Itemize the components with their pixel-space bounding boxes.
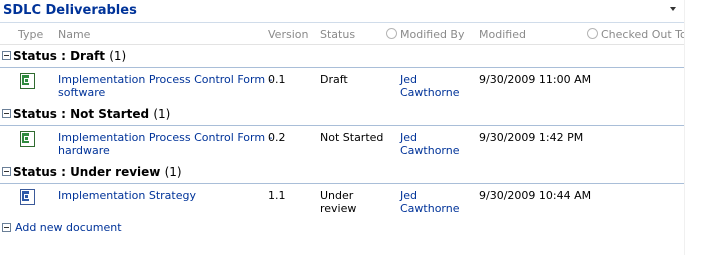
presence-circle-icon: [587, 28, 598, 39]
group-header-under-review: Status : Under review (1): [0, 161, 684, 184]
column-header-name[interactable]: Name: [58, 28, 90, 41]
table-row: Implementation Process Control Form - sof…: [0, 68, 684, 103]
group-separator: :: [56, 49, 71, 63]
group-label[interactable]: Status : Draft (1): [13, 49, 126, 63]
status-line-1: Under: [320, 189, 354, 202]
name-line-2: software: [58, 86, 106, 99]
name-line-1: Implementation Process Control Form -: [58, 73, 273, 86]
user-line-2: Cawthorne: [400, 86, 460, 99]
document-name[interactable]: Implementation Strategy: [58, 189, 196, 202]
group-value: Draft: [70, 49, 105, 63]
document-name-link[interactable]: Implementation Process Control Form - har…: [58, 131, 273, 157]
right-edge-panel: [684, 0, 709, 255]
word-file-icon[interactable]: [20, 189, 35, 205]
version-cell: 0.2: [268, 131, 286, 144]
user-line-1: Jed: [400, 73, 417, 86]
group-count: (1): [153, 107, 171, 121]
user-line-2: Cawthorne: [400, 144, 460, 157]
group-field-name: Status: [13, 107, 57, 121]
sdlc-deliverables-webpart: SDLC Deliverables Type Name Version Stat…: [0, 0, 687, 219]
column-header-checked-out-to-label: Checked Out To: [601, 28, 687, 41]
table-row: Implementation Process Control Form - har…: [0, 126, 684, 161]
collapse-group-icon[interactable]: [2, 51, 11, 60]
document-name-link[interactable]: Implementation Strategy: [58, 189, 196, 202]
add-new-document-link[interactable]: Add new document: [15, 221, 122, 234]
add-bullet-icon: [2, 223, 11, 232]
modified-by-cell[interactable]: Jed Cawthorne: [400, 189, 460, 215]
name-line-2: hardware: [58, 144, 110, 157]
group-field-name: Status: [13, 165, 57, 179]
presence-circle-icon: [386, 28, 397, 39]
column-header-status[interactable]: Status: [320, 28, 355, 41]
status-line-1: Not Started: [320, 131, 384, 144]
table-row: Implementation Strategy 1.1 Under review …: [0, 184, 684, 219]
collapse-group-icon[interactable]: [2, 109, 11, 118]
group-header-not-started: Status : Not Started (1): [0, 103, 684, 126]
status-cell: Under review: [320, 189, 356, 215]
group-label[interactable]: Status : Not Started (1): [13, 107, 170, 121]
status-cell: Not Started: [320, 131, 383, 144]
webpart-menu-dropdown-icon[interactable]: [670, 7, 676, 11]
group-value: Not Started: [70, 107, 150, 121]
column-header-version[interactable]: Version: [268, 28, 308, 41]
modified-cell: 9/30/2009 10:44 AM: [479, 189, 592, 202]
user-link[interactable]: Jed Cawthorne: [400, 73, 460, 99]
column-headers: Type Name Version Status Modified By Mod…: [0, 23, 687, 45]
user-line-1: Jed: [400, 189, 417, 202]
group-count: (1): [164, 165, 182, 179]
user-line-2: Cawthorne: [400, 202, 460, 215]
group-header-draft: Status : Draft (1): [0, 45, 684, 68]
document-name[interactable]: Implementation Process Control Form - sof…: [58, 73, 273, 99]
name-line-1: Implementation Process Control Form -: [58, 131, 273, 144]
modified-cell: 9/30/2009 11:00 AM: [479, 73, 592, 86]
version-cell: 1.1: [268, 189, 286, 202]
excel-file-icon[interactable]: [20, 131, 35, 147]
column-header-modified-by-label: Modified By: [400, 28, 465, 41]
column-header-checked-out-to[interactable]: Checked Out To: [587, 28, 687, 41]
document-name-link[interactable]: Implementation Process Control Form - sof…: [58, 73, 273, 99]
column-header-modified[interactable]: Modified: [479, 28, 526, 41]
webpart-header: SDLC Deliverables: [0, 0, 684, 23]
webpart-title[interactable]: SDLC Deliverables: [3, 3, 137, 18]
modified-cell: 9/30/2009 1:42 PM: [479, 131, 584, 144]
group-separator: :: [56, 165, 71, 179]
version-cell: 0.1: [268, 73, 286, 86]
column-header-modified-by[interactable]: Modified By: [386, 28, 465, 41]
column-header-type[interactable]: Type: [18, 28, 43, 41]
group-separator: :: [56, 107, 71, 121]
user-link[interactable]: Jed Cawthorne: [400, 131, 460, 157]
status-line-1: Draft: [320, 73, 348, 86]
status-cell: Draft: [320, 73, 348, 86]
collapse-group-icon[interactable]: [2, 167, 11, 176]
group-field-name: Status: [13, 49, 57, 63]
status-line-2: review: [320, 202, 357, 215]
user-line-1: Jed: [400, 131, 417, 144]
excel-file-icon[interactable]: [20, 73, 35, 89]
name-line-1: Implementation Strategy: [58, 189, 196, 202]
group-label[interactable]: Status : Under review (1): [13, 165, 182, 179]
group-value: Under review: [70, 165, 161, 179]
modified-by-cell[interactable]: Jed Cawthorne: [400, 131, 460, 157]
user-link[interactable]: Jed Cawthorne: [400, 189, 460, 215]
modified-by-cell[interactable]: Jed Cawthorne: [400, 73, 460, 99]
group-count: (1): [109, 49, 127, 63]
document-name[interactable]: Implementation Process Control Form - har…: [58, 131, 273, 157]
